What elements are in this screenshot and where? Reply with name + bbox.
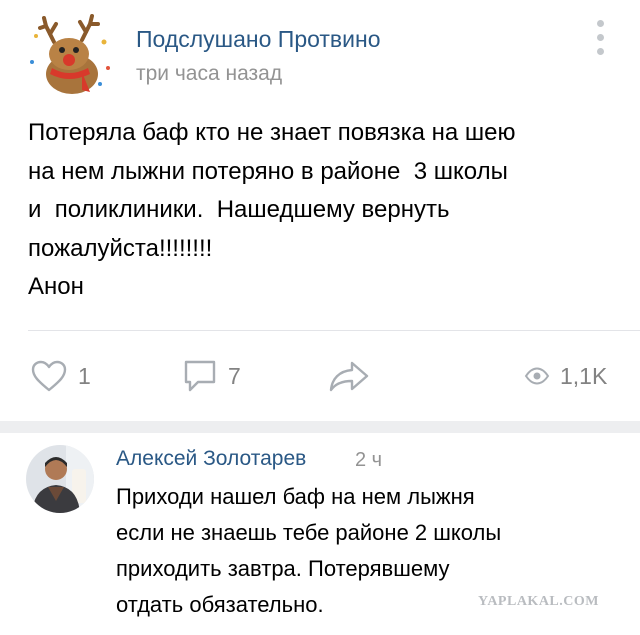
group-avatar[interactable] [24,12,116,100]
views-counter: 1,1K [524,356,607,396]
like-count: 1 [78,362,91,389]
heart-icon [31,360,67,392]
section-divider [0,421,640,433]
group-name-link[interactable]: Подслушано Протвино [136,26,381,53]
post-text: Потеряла баф кто не знает повязка на шею… [28,119,516,300]
like-button[interactable]: 1 [30,356,91,396]
comment-count: 7 [228,362,241,389]
share-icon [329,361,369,392]
divider [28,330,640,331]
avatar[interactable] [26,445,94,513]
post-card: Подслушано Протвино три часа назад Потер… [0,0,640,420]
views-count: 1,1K [560,362,608,389]
watermark: YAPLAKAL.COM [478,594,599,609]
comment-icon [184,360,216,392]
comment-author-link[interactable]: Алексей Золотарев [116,447,306,471]
comment-button[interactable]: 7 [182,356,241,396]
comment-timestamp: 2 ч [355,449,383,471]
eye-icon [524,367,550,385]
reindeer-icon [30,14,110,94]
post-timestamp: три часа назад [136,62,283,85]
user-photo [26,445,94,513]
share-button[interactable] [328,356,370,396]
more-options-icon[interactable] [590,18,612,58]
